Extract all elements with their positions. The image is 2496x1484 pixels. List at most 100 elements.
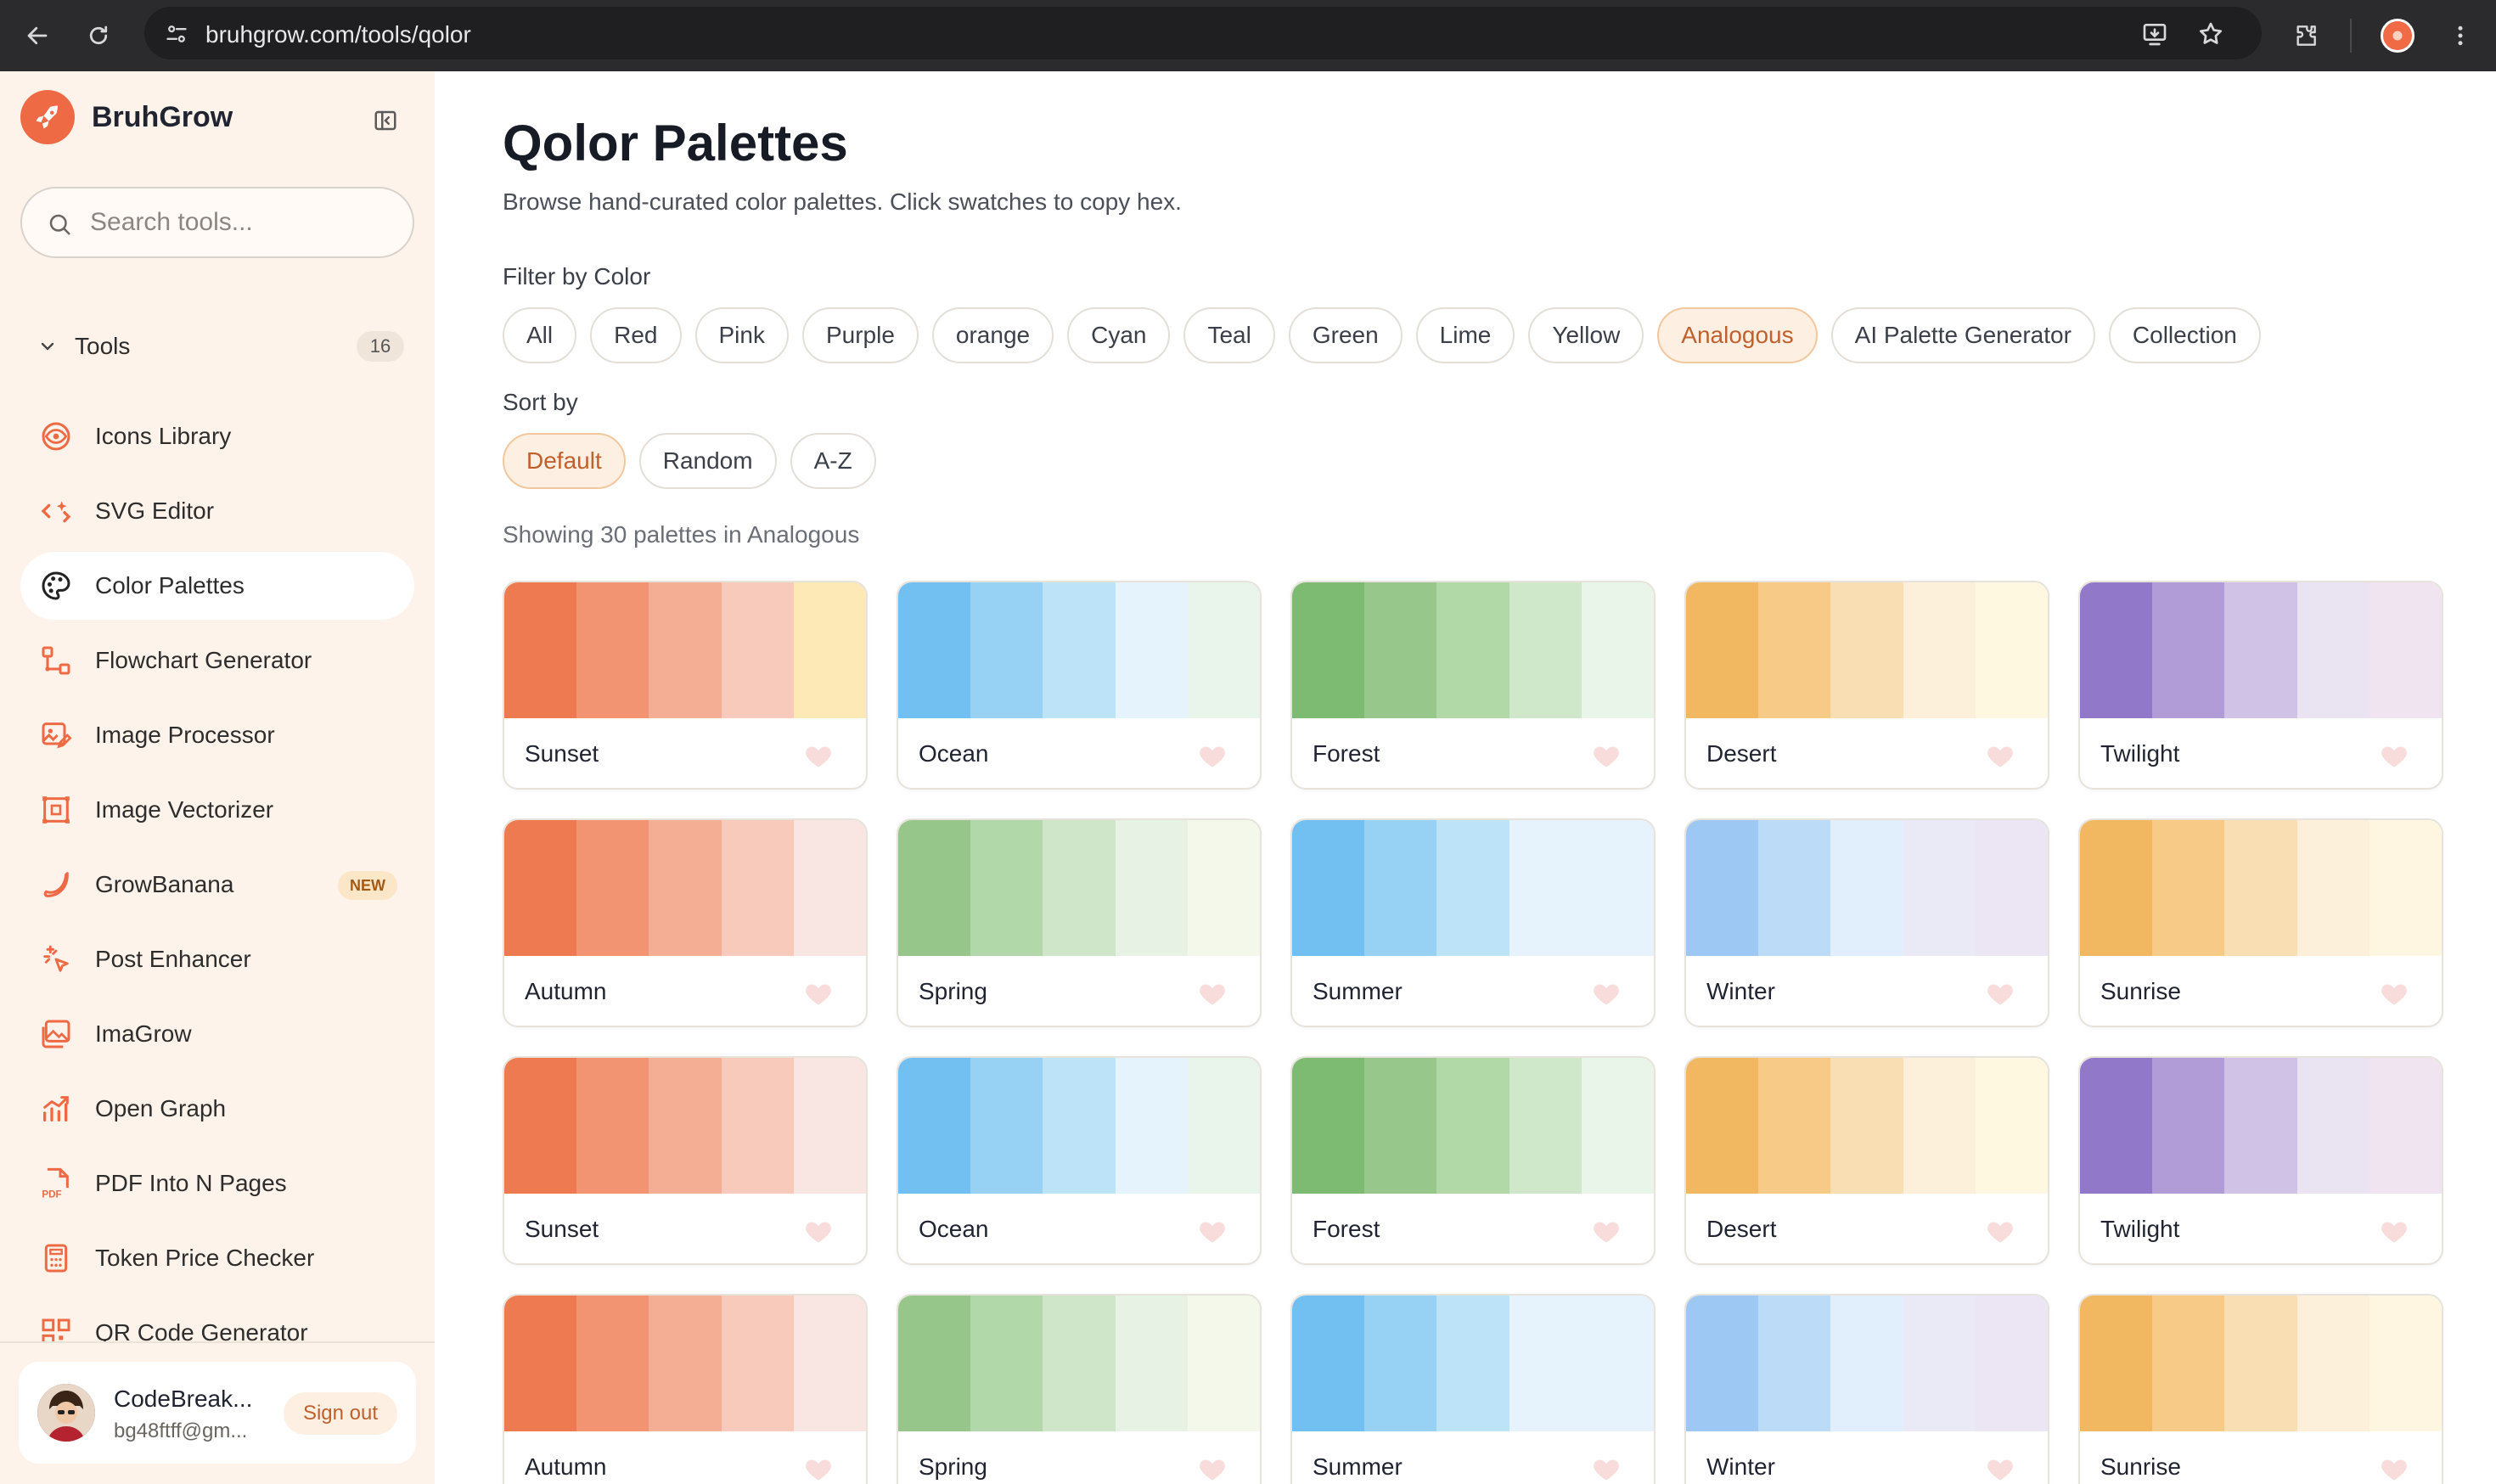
color-swatch[interactable] [1758,1296,1831,1431]
color-swatch[interactable] [1581,1296,1654,1431]
heart-icon[interactable] [2377,976,2411,1010]
sidebar-item-pdf-into-n-pages[interactable]: PDF PDF Into N Pages [20,1150,414,1217]
color-swatch[interactable] [1187,1058,1260,1194]
color-swatch[interactable] [1115,582,1188,718]
color-swatch[interactable] [2224,820,2297,956]
back-button[interactable] [17,15,58,56]
color-swatch[interactable] [1364,820,1437,956]
filter-chip-teal[interactable]: Teal [1183,307,1275,363]
color-swatch[interactable] [1830,820,1903,956]
filter-chip-lime[interactable]: Lime [1415,307,1515,363]
filter-chip-green[interactable]: Green [1288,307,1403,363]
address-bar[interactable]: bruhgrow.com/tools/qolor [144,7,2262,59]
color-swatch[interactable] [1903,582,1976,718]
color-swatch[interactable] [1043,582,1116,718]
heart-icon[interactable] [1983,739,2017,773]
color-swatch[interactable] [1043,1058,1116,1194]
color-swatch[interactable] [2369,820,2442,956]
reload-button[interactable] [78,15,119,56]
color-swatch[interactable] [1292,1058,1365,1194]
color-swatch[interactable] [1509,820,1582,956]
heart-icon[interactable] [1195,739,1229,773]
color-swatch[interactable] [1975,1296,2048,1431]
site-settings-icon[interactable] [160,17,194,51]
palette-card[interactable]: Ocean [897,1056,1262,1265]
palette-card[interactable]: Sunrise [2078,1294,2443,1484]
search-input[interactable] [90,204,396,241]
heart-icon[interactable] [1589,739,1623,773]
color-swatch[interactable] [1686,1296,1759,1431]
sort-chip-default[interactable]: Default [503,433,626,489]
sidebar-item-svg-editor[interactable]: SVG Editor [20,477,414,545]
color-swatch[interactable] [2296,1058,2370,1194]
color-swatch[interactable] [1903,1058,1976,1194]
sidebar-item-flowchart-generator[interactable]: Flowchart Generator [20,627,414,694]
palette-card[interactable]: Twilight [2078,1056,2443,1265]
sidebar-item-token-price-checker[interactable]: Token Price Checker [20,1224,414,1292]
palette-card[interactable]: Sunset [503,581,868,790]
color-swatch[interactable] [504,820,577,956]
color-swatch[interactable] [1115,1296,1188,1431]
color-swatch[interactable] [576,582,649,718]
color-swatch[interactable] [576,1058,649,1194]
color-swatch[interactable] [2152,820,2225,956]
color-swatch[interactable] [721,820,794,956]
color-swatch[interactable] [2152,1296,2225,1431]
palette-card[interactable]: Sunrise [2078,818,2443,1027]
color-swatch[interactable] [793,582,866,718]
color-swatch[interactable] [1830,1058,1903,1194]
avatar[interactable] [37,1384,95,1442]
color-swatch[interactable] [1830,582,1903,718]
palette-card[interactable]: Autumn [503,1294,868,1484]
heart-icon[interactable] [801,739,835,773]
color-swatch[interactable] [1758,1058,1831,1194]
color-swatch[interactable] [1975,582,2048,718]
color-swatch[interactable] [576,1296,649,1431]
sidebar-item-image-processor[interactable]: Image Processor [20,701,414,769]
color-swatch[interactable] [649,1296,722,1431]
color-swatch[interactable] [1509,582,1582,718]
sort-chip-a-z[interactable]: A-Z [790,433,876,489]
color-swatch[interactable] [1509,1058,1582,1194]
filter-chip-red[interactable]: Red [590,307,682,363]
heart-icon[interactable] [1589,976,1623,1010]
color-swatch[interactable] [1043,1296,1116,1431]
color-swatch[interactable] [2296,1296,2370,1431]
palette-card[interactable]: Twilight [2078,581,2443,790]
palette-card[interactable]: Winter [1684,1294,2049,1484]
color-swatch[interactable] [1436,820,1509,956]
color-swatch[interactable] [504,582,577,718]
color-swatch[interactable] [1758,820,1831,956]
color-swatch[interactable] [1581,1058,1654,1194]
color-swatch[interactable] [2369,582,2442,718]
heart-icon[interactable] [1589,1214,1623,1248]
sidebar-item-image-vectorizer[interactable]: Image Vectorizer [20,776,414,844]
extensions-button[interactable] [2285,15,2326,56]
heart-icon[interactable] [1983,1452,2017,1484]
bookmark-star-icon[interactable] [2194,17,2228,51]
color-swatch[interactable] [1758,582,1831,718]
color-swatch[interactable] [1436,1296,1509,1431]
color-swatch[interactable] [1903,820,1976,956]
color-swatch[interactable] [1187,820,1260,956]
sidebar-collapse-button[interactable] [370,105,401,136]
color-swatch[interactable] [970,1058,1043,1194]
heart-icon[interactable] [1195,1214,1229,1248]
heart-icon[interactable] [1983,976,2017,1010]
install-app-icon[interactable] [2138,17,2172,51]
color-swatch[interactable] [1364,1058,1437,1194]
color-swatch[interactable] [504,1058,577,1194]
palette-card[interactable]: Forest [1290,581,1656,790]
color-swatch[interactable] [793,1058,866,1194]
palette-card[interactable]: Autumn [503,818,868,1027]
color-swatch[interactable] [2369,1058,2442,1194]
heart-icon[interactable] [2377,1452,2411,1484]
color-swatch[interactable] [1436,1058,1509,1194]
color-swatch[interactable] [2224,1058,2297,1194]
browser-menu-button[interactable] [2440,15,2481,56]
heart-icon[interactable] [2377,739,2411,773]
color-swatch[interactable] [898,1058,971,1194]
heart-icon[interactable] [1983,1214,2017,1248]
color-swatch[interactable] [1115,820,1188,956]
sidebar-item-imagrow[interactable]: ImaGrow [20,1000,414,1068]
